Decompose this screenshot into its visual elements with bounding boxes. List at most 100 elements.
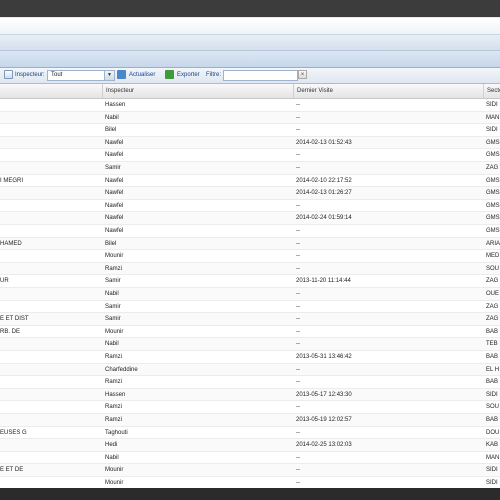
table-row[interactable]: Ramzi -- SOU	[0, 401, 500, 414]
table-row[interactable]: EUSES G Taghouti -- DOU	[0, 427, 500, 440]
column-header-dernier-visite[interactable]: Dernier Visite	[293, 84, 483, 98]
cell-dernier-visite: --	[296, 303, 300, 310]
table-row[interactable]: Nawfel -- GMS	[0, 225, 500, 238]
cell-dernier-visite: --	[296, 202, 300, 209]
cell-secteur: SIDI	[486, 102, 498, 108]
cell-inspecteur: Mounir	[105, 328, 124, 335]
cell-inspecteur: Bilel	[105, 240, 117, 247]
cell-inspecteur: Taghouti	[105, 429, 128, 436]
cell-inspecteur: Ramzi	[105, 379, 123, 386]
column-header-secteur[interactable]: Secte	[483, 84, 500, 98]
cell-name	[0, 288, 100, 300]
tab-band	[0, 35, 500, 51]
clear-filter-button[interactable]: ×	[298, 70, 307, 79]
table-row[interactable]: Samir -- ZAG	[0, 162, 500, 175]
cell-secteur: ZAG	[486, 316, 499, 323]
table-row[interactable]: Hedi 2014-02-25 13:02:03 KAB	[0, 439, 500, 452]
inspector-select-value: Tout	[51, 72, 63, 78]
cell-secteur: GMS	[486, 139, 500, 146]
cell-inspecteur: Mounir	[105, 253, 124, 260]
table-row[interactable]: Ramzi -- BAB	[0, 376, 500, 389]
table-row[interactable]: Nabil -- MAN	[0, 111, 500, 125]
column-header-name[interactable]	[0, 84, 102, 98]
window-top-bar	[0, 0, 500, 18]
table-row[interactable]: UR Samir 2013-11-20 11:14:44 ZAG	[0, 275, 500, 288]
cell-secteur: SIDI	[486, 391, 498, 398]
cell-dernier-visite: 2014-02-13 01:52:43	[296, 139, 352, 146]
cell-dernier-visite: --	[296, 102, 300, 108]
cell-name: UR	[0, 278, 9, 285]
table-row[interactable]: Nabil -- MAN	[0, 452, 500, 465]
cell-secteur: GMS	[486, 190, 500, 197]
cell-secteur: BAB	[486, 417, 499, 423]
cell-dernier-visite: --	[296, 127, 300, 134]
inspector-select[interactable]: Tout ▼	[47, 70, 115, 81]
table-row[interactable]: Nabil -- OUE	[0, 288, 500, 301]
cell-inspecteur: Nawfel	[105, 202, 124, 209]
table-row[interactable]: Samir -- ZAG	[0, 301, 500, 314]
cell-secteur: MED	[486, 253, 500, 260]
table-row[interactable]: Nawfel -- GMS	[0, 200, 500, 213]
table-row[interactable]: RB. DE Mounir -- BAB	[0, 326, 500, 339]
export-icon[interactable]	[165, 70, 174, 79]
cell-name	[0, 162, 100, 174]
refresh-icon[interactable]	[117, 70, 126, 79]
table-row[interactable]: E ET DE Mounir -- SIDI	[0, 464, 500, 477]
table-row[interactable]: E ET DIST Samir -- ZAG	[0, 313, 500, 326]
cell-secteur: BAB	[486, 379, 499, 386]
cell-dernier-visite: 2013-05-17 12:43:30	[296, 391, 352, 398]
table-row[interactable]: Nawfel 2014-02-13 01:52:43 GMS	[0, 136, 500, 150]
cell-dernier-visite: --	[296, 253, 300, 260]
table-row[interactable]: Ramzi 2013-05-19 12:02:57 BAB	[0, 414, 500, 427]
cell-dernier-visite: 2014-02-10 22:17:52	[296, 177, 352, 184]
cell-secteur: ZAG	[486, 165, 499, 171]
export-button[interactable]: Exporter	[177, 71, 200, 80]
cell-inspecteur: Nawfel	[105, 152, 124, 159]
filter-input[interactable]	[223, 70, 298, 81]
refresh-button[interactable]: Actualiser	[129, 71, 155, 80]
cell-secteur: TEB	[486, 341, 498, 348]
table-row[interactable]: HAMED Bilel -- ARIA	[0, 237, 500, 251]
table-row[interactable]: Nabil -- TEB	[0, 338, 500, 351]
cell-inspecteur: Ramzi	[105, 404, 123, 411]
table-row[interactable]: Ramzi 2013-05-31 13:46:42 BAB	[0, 351, 500, 364]
cell-name	[0, 124, 100, 136]
cell-name	[0, 351, 100, 363]
table-row[interactable]: Ramzi -- SOU	[0, 262, 500, 276]
table-row[interactable]: Mounir -- SIDI	[0, 477, 500, 488]
cell-name: EUSES G	[0, 429, 27, 436]
cell-secteur: EL H	[486, 366, 500, 373]
table-row[interactable]: Hassen -- SIDI	[0, 99, 500, 112]
cell-dernier-visite: --	[296, 379, 300, 386]
table-row[interactable]: Nawfel 2014-02-24 01:59:14 GMS	[0, 212, 500, 225]
table-row[interactable]: Bilel -- SIDI	[0, 124, 500, 137]
cell-dernier-visite: --	[296, 404, 300, 411]
cell-inspecteur: Nawfel	[105, 215, 124, 222]
cell-name	[0, 338, 100, 350]
chevron-down-icon[interactable]: ▼	[104, 71, 114, 80]
cell-name	[0, 301, 100, 313]
inspector-icon	[4, 70, 13, 79]
cell-dernier-visite: --	[296, 341, 300, 348]
cell-name	[0, 376, 100, 388]
app-panel: Inspecteur: Tout ▼ Actualiser Exporter F…	[0, 18, 500, 488]
table-row[interactable]: Charfeddine -- EL H	[0, 363, 500, 377]
cell-name	[0, 452, 100, 464]
column-header-inspecteur[interactable]: Inspecteur	[102, 84, 293, 98]
grid-header: Inspecteur Dernier Visite Secte	[0, 84, 500, 99]
cell-name	[0, 99, 100, 111]
table-row[interactable]: Hassen 2013-05-17 12:43:30 SIDI	[0, 388, 500, 402]
table-row[interactable]: Nawfel -- GMS	[0, 149, 500, 162]
cell-dernier-visite: 2013-05-31 13:46:42	[296, 354, 352, 360]
cell-name	[0, 401, 100, 413]
filter-label: Filtre:	[206, 72, 221, 78]
table-row[interactable]: Mounir -- MED	[0, 250, 500, 263]
table-row[interactable]: Nawfel 2014-02-13 01:26:27 GMS	[0, 187, 500, 200]
cell-dernier-visite: --	[296, 165, 300, 171]
cell-inspecteur: Nabil	[105, 291, 119, 297]
table-row[interactable]: I MEGRI Nawfel 2014-02-10 22:17:52 GMS	[0, 175, 500, 188]
cell-dernier-visite: --	[296, 265, 300, 272]
cell-inspecteur: Hassen	[105, 391, 126, 398]
cell-dernier-visite: 2014-02-24 01:59:14	[296, 215, 352, 222]
cell-secteur: ZAG	[486, 303, 499, 310]
